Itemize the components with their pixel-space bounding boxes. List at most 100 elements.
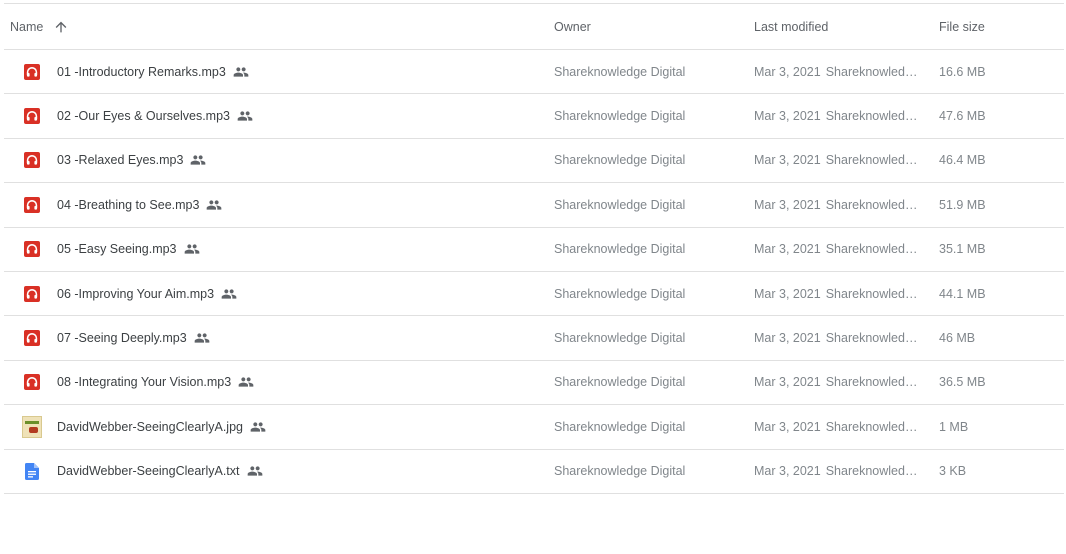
file-name-cell[interactable]: 03 -Relaxed Eyes.mp3 xyxy=(22,139,206,182)
modified-date: Mar 3, 2021 xyxy=(754,464,821,479)
file-size-cell: 1 MB xyxy=(939,405,968,448)
file-name-cell[interactable]: 08 -Integrating Your Vision.mp3 xyxy=(22,361,254,404)
last-modified-column-label[interactable]: Last modified xyxy=(754,20,828,34)
shared-people-icon xyxy=(233,64,249,80)
owner-name: Shareknowledge Digital xyxy=(554,197,686,212)
file-name-cell[interactable]: 05 -Easy Seeing.mp3 xyxy=(22,228,200,271)
owner-name: Shareknowledge Digital xyxy=(554,286,686,301)
file-name-cell[interactable]: 01 -Introductory Remarks.mp3 xyxy=(22,50,249,93)
file-name[interactable]: 07 -Seeing Deeply.mp3 xyxy=(57,331,187,345)
arrow-up-icon[interactable] xyxy=(53,19,69,35)
modified-by: Shareknowledge Digital xyxy=(825,153,922,168)
headphones-icon xyxy=(22,62,42,82)
file-list: Name Owner Last modified File size 01 -I… xyxy=(4,3,1064,494)
file-size-cell: 44.1 MB xyxy=(939,272,986,315)
last-modified-cell: Mar 3, 2021 Shareknowledge Digital xyxy=(754,361,922,404)
file-size: 35.1 MB xyxy=(939,242,986,257)
file-size: 44.1 MB xyxy=(939,286,986,301)
modified-date: Mar 3, 2021 xyxy=(754,419,821,434)
owner-column-header: Owner xyxy=(554,4,591,49)
file-name-cell[interactable]: 02 -Our Eyes & Ourselves.mp3 xyxy=(22,94,253,137)
owner-name: Shareknowledge Digital xyxy=(554,464,686,479)
file-name[interactable]: 04 -Breathing to See.mp3 xyxy=(57,198,199,212)
file-name[interactable]: DavidWebber-SeeingClearlyA.txt xyxy=(57,464,240,478)
file-size: 16.6 MB xyxy=(939,64,986,79)
modified-by: Shareknowledge Digital xyxy=(825,331,922,346)
shared-people-icon xyxy=(184,241,200,257)
owner-name: Shareknowledge Digital xyxy=(554,419,686,434)
shared-people-icon xyxy=(238,374,254,390)
file-row[interactable]: 02 -Our Eyes & Ourselves.mp3 Shareknowle… xyxy=(4,94,1064,139)
file-row[interactable]: 04 -Breathing to See.mp3 Shareknowledge … xyxy=(4,183,1064,228)
last-modified-cell: Mar 3, 2021 Shareknowledge Digital xyxy=(754,228,922,271)
owner-name: Shareknowledge Digital xyxy=(554,242,686,257)
file-name-cell[interactable]: 07 -Seeing Deeply.mp3 xyxy=(22,316,210,359)
shared-people-icon xyxy=(250,419,266,435)
headphones-icon xyxy=(22,106,42,126)
file-size: 46 MB xyxy=(939,331,976,346)
file-size-cell: 51.9 MB xyxy=(939,183,986,226)
name-column-label[interactable]: Name xyxy=(10,20,43,34)
file-name[interactable]: 05 -Easy Seeing.mp3 xyxy=(57,242,177,256)
file-name-cell[interactable]: DavidWebber-SeeingClearlyA.jpg xyxy=(22,405,266,448)
headphones-icon xyxy=(22,239,42,259)
modified-date: Mar 3, 2021 xyxy=(754,242,821,257)
modified-date: Mar 3, 2021 xyxy=(754,375,821,390)
owner-column-label: Owner xyxy=(554,19,591,34)
file-row[interactable]: DavidWebber-SeeingClearlyA.txt Shareknow… xyxy=(4,450,1064,494)
modified-by: Shareknowledge Digital xyxy=(825,419,922,434)
headphones-icon xyxy=(22,195,42,215)
file-rows: 01 -Introductory Remarks.mp3 Shareknowle… xyxy=(4,50,1064,494)
modified-by: Shareknowledge Digital xyxy=(825,109,922,124)
file-name[interactable]: 01 -Introductory Remarks.mp3 xyxy=(57,65,226,79)
owner-name: Shareknowledge Digital xyxy=(554,331,686,346)
file-name[interactable]: 06 -Improving Your Aim.mp3 xyxy=(57,287,214,301)
file-name[interactable]: 08 -Integrating Your Vision.mp3 xyxy=(57,375,231,389)
shared-people-icon xyxy=(194,330,210,346)
owner-name: Shareknowledge Digital xyxy=(554,109,686,124)
modified-by: Shareknowledge Digital xyxy=(825,242,922,257)
file-row[interactable]: 06 -Improving Your Aim.mp3 Shareknowledg… xyxy=(4,272,1064,317)
last-modified-cell: Mar 3, 2021 Shareknowledge Digital xyxy=(754,183,922,226)
image-thumbnail xyxy=(22,415,42,438)
headphones-icon xyxy=(22,372,42,392)
last-modified-cell: Mar 3, 2021 Shareknowledge Digital xyxy=(754,316,922,359)
owner-cell: Shareknowledge Digital xyxy=(554,228,685,271)
shared-people-icon xyxy=(206,197,222,213)
shared-people-icon xyxy=(221,286,237,302)
file-row[interactable]: 03 -Relaxed Eyes.mp3 Shareknowledge Digi… xyxy=(4,139,1064,184)
file-size-cell: 46.4 MB xyxy=(939,139,986,182)
file-row[interactable]: 01 -Introductory Remarks.mp3 Shareknowle… xyxy=(4,50,1064,95)
file-size-cell: 16.6 MB xyxy=(939,50,986,93)
document-icon xyxy=(22,461,42,481)
file-name[interactable]: 02 -Our Eyes & Ourselves.mp3 xyxy=(57,109,230,123)
last-modified-cell: Mar 3, 2021 Shareknowledge Digital xyxy=(754,405,922,448)
file-size-column-header: File size xyxy=(939,4,985,49)
file-row[interactable]: 07 -Seeing Deeply.mp3 Shareknowledge Dig… xyxy=(4,316,1064,361)
modified-date: Mar 3, 2021 xyxy=(754,197,821,212)
file-row[interactable]: DavidWebber-SeeingClearlyA.jpg Shareknow… xyxy=(4,405,1064,450)
modified-by: Shareknowledge Digital xyxy=(825,64,922,79)
headphones-icon xyxy=(22,328,42,348)
file-row[interactable]: 05 -Easy Seeing.mp3 Shareknowledge Digit… xyxy=(4,228,1064,272)
file-size: 1 MB xyxy=(939,419,969,434)
file-size-cell: 47.6 MB xyxy=(939,94,986,137)
modified-by: Shareknowledge Digital xyxy=(825,197,922,212)
last-modified-cell: Mar 3, 2021 Shareknowledge Digital xyxy=(754,94,922,137)
name-column-header[interactable]: Name xyxy=(10,4,69,49)
file-size-cell: 36.5 MB xyxy=(939,361,986,404)
file-size: 36.5 MB xyxy=(939,375,986,390)
file-name-cell[interactable]: 06 -Improving Your Aim.mp3 xyxy=(22,272,237,315)
owner-cell: Shareknowledge Digital xyxy=(554,183,685,226)
modified-date: Mar 3, 2021 xyxy=(754,331,821,346)
file-size-cell: 35.1 MB xyxy=(939,228,986,271)
file-name[interactable]: DavidWebber-SeeingClearlyA.jpg xyxy=(57,420,243,434)
file-name-cell[interactable]: DavidWebber-SeeingClearlyA.txt xyxy=(22,450,263,493)
shared-people-icon xyxy=(237,108,253,124)
file-name[interactable]: 03 -Relaxed Eyes.mp3 xyxy=(57,153,183,167)
file-row[interactable]: 08 -Integrating Your Vision.mp3 Sharekno… xyxy=(4,361,1064,406)
last-modified-column-header[interactable]: Last modified xyxy=(754,4,828,49)
last-modified-cell: Mar 3, 2021 Shareknowledge Digital xyxy=(754,450,922,493)
owner-cell: Shareknowledge Digital xyxy=(554,139,685,182)
file-name-cell[interactable]: 04 -Breathing to See.mp3 xyxy=(22,183,222,226)
